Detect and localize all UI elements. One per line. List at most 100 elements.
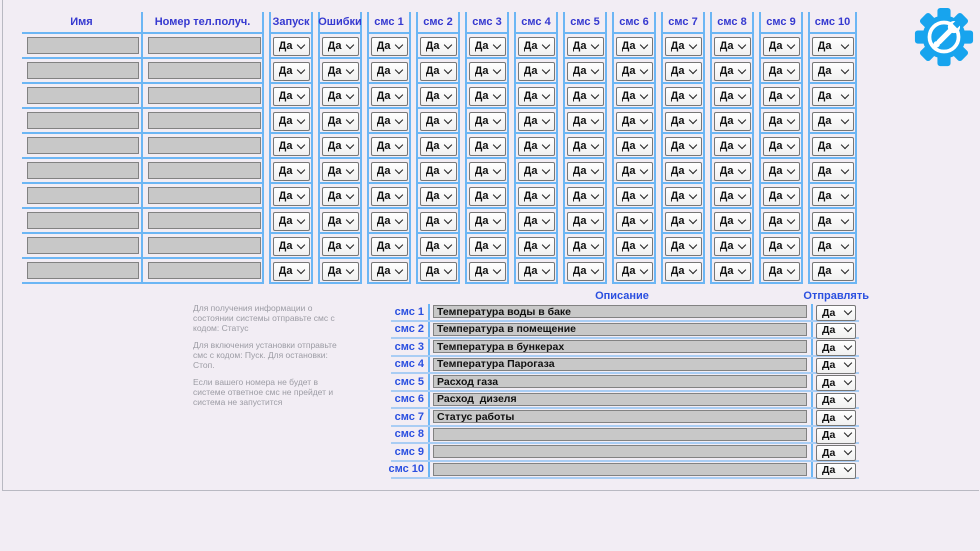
sms-send-select[interactable]: Да: [816, 445, 856, 461]
sms-10-select[interactable]: Да: [812, 237, 854, 256]
start-select[interactable]: Да: [273, 162, 310, 181]
errors-select[interactable]: Да: [322, 137, 359, 156]
sms-2-select[interactable]: Да: [420, 237, 457, 256]
sms-send-select[interactable]: Да: [816, 410, 856, 426]
sms-8-select[interactable]: Да: [714, 237, 751, 256]
recipient-phone-input[interactable]: [148, 62, 261, 79]
recipient-name-input[interactable]: [27, 237, 139, 254]
sms-7-select[interactable]: Да: [665, 112, 702, 131]
sms-10-select[interactable]: Да: [812, 212, 854, 231]
sms-10-select[interactable]: Да: [812, 37, 854, 56]
sms-8-select[interactable]: Да: [714, 87, 751, 106]
recipient-name-input[interactable]: [27, 212, 139, 229]
sms-4-select[interactable]: Да: [518, 262, 555, 281]
errors-select[interactable]: Да: [322, 237, 359, 256]
sms-5-select[interactable]: Да: [567, 37, 604, 56]
sms-1-select[interactable]: Да: [371, 212, 408, 231]
recipient-name-input[interactable]: [27, 137, 139, 154]
sms-5-select[interactable]: Да: [567, 187, 604, 206]
sms-description-input[interactable]: [433, 463, 807, 476]
errors-select[interactable]: Да: [322, 212, 359, 231]
sms-4-select[interactable]: Да: [518, 37, 555, 56]
sms-1-select[interactable]: Да: [371, 112, 408, 131]
sms-10-select[interactable]: Да: [812, 62, 854, 81]
start-select[interactable]: Да: [273, 112, 310, 131]
sms-1-select[interactable]: Да: [371, 262, 408, 281]
sms-5-select[interactable]: Да: [567, 62, 604, 81]
recipient-phone-input[interactable]: [148, 162, 261, 179]
sms-7-select[interactable]: Да: [665, 62, 702, 81]
sms-send-select[interactable]: Да: [816, 428, 856, 444]
sms-6-select[interactable]: Да: [616, 37, 653, 56]
sms-8-select[interactable]: Да: [714, 112, 751, 131]
start-select[interactable]: Да: [273, 37, 310, 56]
sms-10-select[interactable]: Да: [812, 262, 854, 281]
recipient-phone-input[interactable]: [148, 112, 261, 129]
recipient-phone-input[interactable]: [148, 262, 261, 279]
sms-6-select[interactable]: Да: [616, 237, 653, 256]
sms-send-select[interactable]: Да: [816, 323, 856, 339]
start-select[interactable]: Да: [273, 237, 310, 256]
sms-6-select[interactable]: Да: [616, 87, 653, 106]
sms-9-select[interactable]: Да: [763, 212, 800, 231]
errors-select[interactable]: Да: [322, 62, 359, 81]
recipient-phone-input[interactable]: [148, 87, 261, 104]
errors-select[interactable]: Да: [322, 262, 359, 281]
sms-5-select[interactable]: Да: [567, 87, 604, 106]
sms-send-select[interactable]: Да: [816, 463, 856, 479]
sms-1-select[interactable]: Да: [371, 237, 408, 256]
sms-4-select[interactable]: Да: [518, 112, 555, 131]
sms-7-select[interactable]: Да: [665, 37, 702, 56]
errors-select[interactable]: Да: [322, 87, 359, 106]
sms-9-select[interactable]: Да: [763, 87, 800, 106]
sms-4-select[interactable]: Да: [518, 62, 555, 81]
sms-3-select[interactable]: Да: [469, 112, 506, 131]
sms-description-input[interactable]: [433, 323, 807, 336]
sms-2-select[interactable]: Да: [420, 212, 457, 231]
sms-3-select[interactable]: Да: [469, 187, 506, 206]
start-select[interactable]: Да: [273, 212, 310, 231]
sms-10-select[interactable]: Да: [812, 112, 854, 131]
start-select[interactable]: Да: [273, 87, 310, 106]
recipient-name-input[interactable]: [27, 162, 139, 179]
sms-3-select[interactable]: Да: [469, 87, 506, 106]
sms-4-select[interactable]: Да: [518, 187, 555, 206]
sms-description-input[interactable]: [433, 305, 807, 318]
start-select[interactable]: Да: [273, 137, 310, 156]
sms-9-select[interactable]: Да: [763, 237, 800, 256]
sms-5-select[interactable]: Да: [567, 162, 604, 181]
sms-10-select[interactable]: Да: [812, 187, 854, 206]
sms-5-select[interactable]: Да: [567, 262, 604, 281]
sms-description-input[interactable]: [433, 340, 807, 353]
sms-1-select[interactable]: Да: [371, 162, 408, 181]
sms-2-select[interactable]: Да: [420, 187, 457, 206]
recipient-phone-input[interactable]: [148, 237, 261, 254]
sms-9-select[interactable]: Да: [763, 137, 800, 156]
sms-7-select[interactable]: Да: [665, 237, 702, 256]
sms-6-select[interactable]: Да: [616, 262, 653, 281]
sms-3-select[interactable]: Да: [469, 37, 506, 56]
sms-send-select[interactable]: Да: [816, 305, 856, 321]
sms-7-select[interactable]: Да: [665, 162, 702, 181]
sms-6-select[interactable]: Да: [616, 162, 653, 181]
sms-1-select[interactable]: Да: [371, 37, 408, 56]
errors-select[interactable]: Да: [322, 112, 359, 131]
sms-2-select[interactable]: Да: [420, 87, 457, 106]
sms-8-select[interactable]: Да: [714, 212, 751, 231]
sms-9-select[interactable]: Да: [763, 112, 800, 131]
settings-gear-icon[interactable]: [912, 7, 976, 67]
sms-send-select[interactable]: Да: [816, 393, 856, 409]
sms-3-select[interactable]: Да: [469, 212, 506, 231]
sms-2-select[interactable]: Да: [420, 112, 457, 131]
sms-8-select[interactable]: Да: [714, 187, 751, 206]
sms-4-select[interactable]: Да: [518, 212, 555, 231]
start-select[interactable]: Да: [273, 262, 310, 281]
sms-7-select[interactable]: Да: [665, 87, 702, 106]
sms-4-select[interactable]: Да: [518, 137, 555, 156]
recipient-phone-input[interactable]: [148, 212, 261, 229]
sms-9-select[interactable]: Да: [763, 262, 800, 281]
sms-description-input[interactable]: [433, 393, 807, 406]
sms-9-select[interactable]: Да: [763, 62, 800, 81]
sms-9-select[interactable]: Да: [763, 162, 800, 181]
sms-3-select[interactable]: Да: [469, 137, 506, 156]
